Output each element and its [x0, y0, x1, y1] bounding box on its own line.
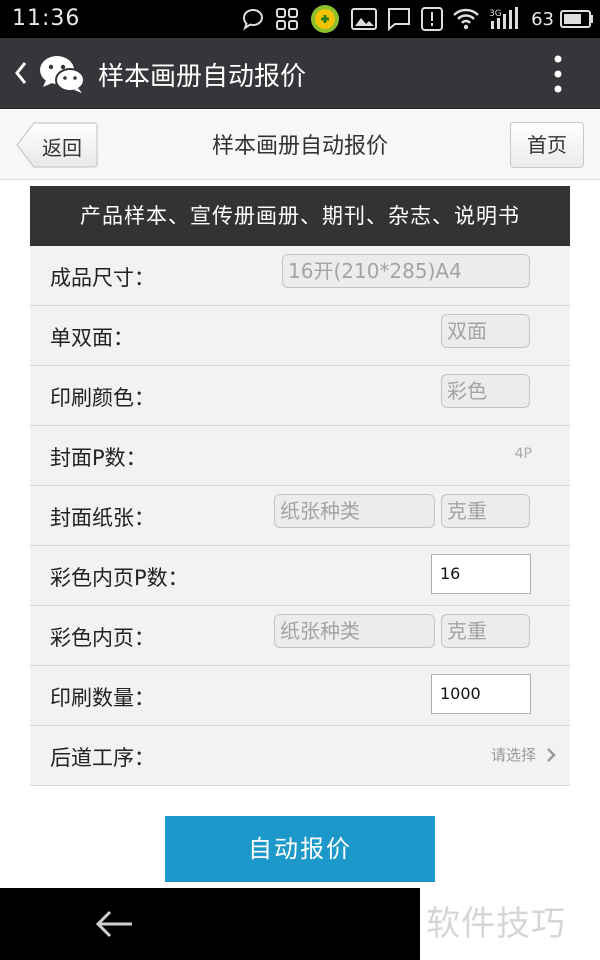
cover-paper-weight-select[interactable]: 克重 — [441, 494, 530, 528]
page-nav: 返回 样本画册自动报价 首页 — [0, 110, 600, 180]
battery-percent: 63 — [531, 8, 554, 30]
cover-paper-label: 封面纸张： — [50, 506, 155, 530]
form-row-sides: 单双面： 双面 — [30, 306, 570, 366]
color-select[interactable]: 彩色 — [441, 374, 530, 408]
svg-text:3G: 3G — [489, 9, 502, 19]
chevron-right-icon — [547, 747, 556, 762]
form-row-quantity: 印刷数量： 1000 — [30, 666, 570, 726]
more-menu-icon[interactable] — [552, 54, 564, 94]
wifi-icon — [453, 8, 479, 30]
cover-paper-type-select[interactable]: 纸张种类 — [274, 494, 435, 528]
inner-paper-label: 彩色内页： — [50, 626, 155, 650]
status-icons: 3G 63 — [241, 5, 594, 33]
form-row-finishing[interactable]: 后道工序： 请选择 — [30, 726, 570, 786]
cover-pages-label: 封面P数： — [50, 446, 147, 470]
sides-select[interactable]: 双面 — [441, 314, 530, 348]
message-icon — [387, 7, 411, 31]
status-bar: 11:36 3G 63 — [0, 0, 600, 38]
battery-icon — [560, 9, 594, 29]
finishing-picker[interactable]: 请选择 — [491, 744, 556, 765]
form-row-inner-pages: 彩色内页P数： 16 — [30, 546, 570, 606]
quote-form: 产品样本、宣传册画册、期刊、杂志、说明书 成品尺寸： 16开(210*285)A… — [30, 186, 570, 786]
form-row-inner-paper: 彩色内页： 纸张种类 克重 — [30, 606, 570, 666]
inner-pages-label: 彩色内页P数： — [50, 566, 189, 590]
wechat-title: 样本画册自动报价 — [98, 62, 307, 92]
inner-pages-input[interactable]: 16 — [431, 554, 531, 594]
app-badge-icon — [309, 3, 341, 35]
form-row-color: 印刷颜色： 彩色 — [30, 366, 570, 426]
sides-label: 单双面： — [50, 326, 134, 350]
status-time: 11:36 — [12, 6, 81, 31]
quantity-label: 印刷数量： — [50, 686, 155, 710]
form-row-cover-paper: 封面纸张： 纸张种类 克重 — [30, 486, 570, 546]
size-select[interactable]: 16开(210*285)A4 — [282, 254, 530, 288]
form-header: 产品样本、宣传册画册、期刊、杂志、说明书 — [30, 186, 570, 246]
color-label: 印刷颜色： — [50, 386, 155, 410]
3g-signal-icon: 3G — [489, 7, 521, 31]
alert-icon — [421, 7, 444, 31]
nav-back-arrow-icon[interactable] — [94, 908, 134, 940]
grid-icon — [275, 7, 299, 31]
auto-quote-button[interactable]: 自动报价 — [165, 816, 435, 882]
wechat-header: 样本画册自动报价 — [0, 38, 600, 109]
back-chevron-icon[interactable] — [12, 60, 30, 86]
home-button[interactable]: 首页 — [510, 122, 584, 168]
finishing-label: 后道工序： — [50, 746, 155, 770]
wechat-logo-icon — [40, 56, 85, 93]
form-row-cover-pages: 封面P数： 4P — [30, 426, 570, 486]
quantity-input[interactable]: 1000 — [431, 674, 531, 714]
finishing-placeholder: 请选择 — [490, 746, 536, 764]
form-row-size: 成品尺寸： 16开(210*285)A4 — [30, 246, 570, 306]
system-nav-bar — [0, 888, 420, 960]
size-label: 成品尺寸： — [50, 266, 155, 290]
cover-pages-value: 4P — [514, 446, 532, 462]
image-icon — [351, 8, 378, 30]
chat-bubble-icon — [241, 7, 265, 31]
watermark-text: 软件技巧 — [420, 888, 600, 960]
inner-paper-weight-select[interactable]: 克重 — [441, 614, 530, 648]
inner-paper-type-select[interactable]: 纸张种类 — [274, 614, 435, 648]
